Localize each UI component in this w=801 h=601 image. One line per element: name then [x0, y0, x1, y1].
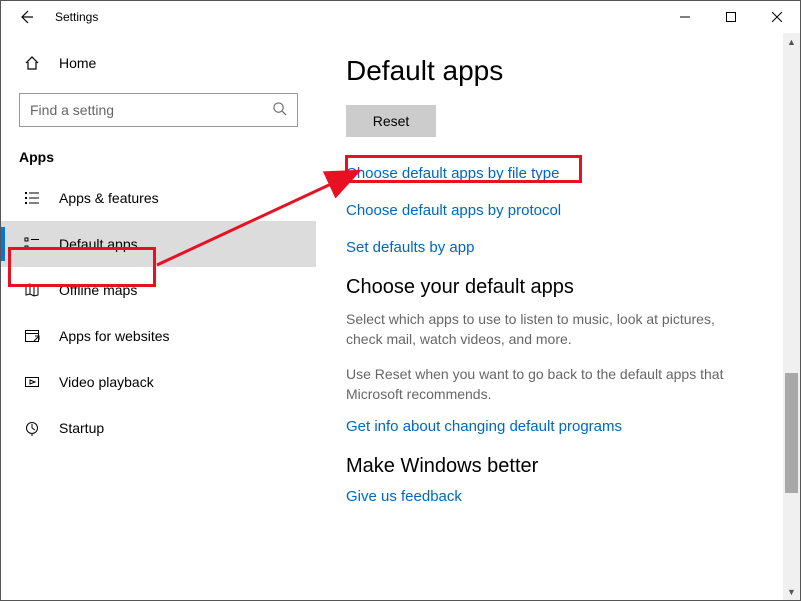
scroll-up-arrow[interactable]: ▲: [783, 33, 800, 50]
page-title: Default apps: [346, 55, 770, 87]
close-button[interactable]: [754, 2, 800, 32]
reset-button[interactable]: Reset: [346, 105, 436, 137]
back-button[interactable]: [11, 2, 41, 32]
sidebar-item-label: Apps for websites: [59, 328, 170, 344]
link-get-info[interactable]: Get info about changing default programs: [346, 418, 770, 435]
scroll-down-arrow[interactable]: ▼: [783, 583, 800, 600]
sidebar: Home Find a setting Apps Apps & features…: [1, 33, 316, 600]
nav-home[interactable]: Home: [1, 43, 316, 83]
vertical-scrollbar[interactable]: ▲ ▼: [783, 33, 800, 600]
titlebar: Settings: [1, 1, 800, 33]
sidebar-item-label: Offline maps: [59, 282, 137, 298]
sidebar-item-default-apps[interactable]: Default apps: [1, 221, 316, 267]
list-icon: [23, 190, 41, 206]
make-better-heading: Make Windows better: [346, 455, 770, 478]
search-icon: [272, 101, 287, 119]
search-placeholder: Find a setting: [30, 102, 114, 118]
defaults-icon: [23, 236, 41, 252]
window-controls: [662, 2, 800, 32]
sidebar-item-video-playback[interactable]: Video playback: [1, 359, 316, 405]
maximize-button[interactable]: [708, 2, 754, 32]
link-set-defaults-by-app[interactable]: Set defaults by app: [346, 239, 770, 256]
minimize-button[interactable]: [662, 2, 708, 32]
sidebar-item-apps-features[interactable]: Apps & features: [1, 175, 316, 221]
sidebar-item-offline-maps[interactable]: Offline maps: [1, 267, 316, 313]
sidebar-item-apps-for-websites[interactable]: Apps for websites: [1, 313, 316, 359]
link-choose-by-protocol[interactable]: Choose default apps by protocol: [346, 202, 770, 219]
search-input[interactable]: Find a setting: [19, 93, 298, 127]
choose-defaults-heading: Choose your default apps: [346, 276, 770, 299]
startup-icon: [23, 420, 41, 436]
scroll-thumb[interactable]: [785, 373, 798, 493]
map-icon: [23, 282, 41, 298]
websites-icon: [23, 328, 41, 344]
choose-defaults-body2: Use Reset when you want to go back to th…: [346, 364, 746, 405]
sidebar-item-label: Apps & features: [59, 190, 159, 206]
main-content: Default apps Reset Choose default apps b…: [316, 33, 800, 600]
link-feedback[interactable]: Give us feedback: [346, 488, 770, 505]
link-choose-by-filetype[interactable]: Choose default apps by file type: [346, 165, 770, 182]
sidebar-item-label: Video playback: [59, 374, 154, 390]
window-title: Settings: [55, 10, 98, 24]
home-icon: [23, 55, 41, 71]
choose-defaults-body1: Select which apps to use to listen to mu…: [346, 309, 746, 350]
nav-home-label: Home: [59, 55, 96, 71]
sidebar-item-startup[interactable]: Startup: [1, 405, 316, 451]
sidebar-item-label: Default apps: [59, 236, 138, 252]
sidebar-section-header: Apps: [1, 139, 316, 175]
sidebar-item-label: Startup: [59, 420, 104, 436]
video-icon: [23, 374, 41, 390]
